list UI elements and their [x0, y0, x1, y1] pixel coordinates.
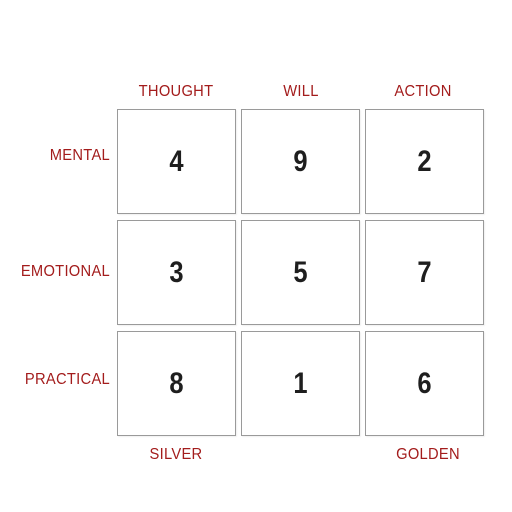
column-label-thought: THOUGHT [138, 83, 214, 100]
row-label-practical: PRACTICAL [24, 371, 111, 388]
cell-number: 9 [293, 144, 308, 178]
magic-square-diagram: THOUGHT WILL ACTION MENTAL EMOTIONAL PRA… [0, 0, 512, 512]
bottom-label-golden: GOLDEN [396, 446, 460, 463]
grid-cell-emotional-will: 5 [241, 220, 360, 325]
cell-number: 8 [169, 366, 184, 400]
grid-cell-practical-thought: 8 [117, 331, 236, 436]
cell-number: 1 [293, 366, 308, 400]
grid-cell-emotional-thought: 3 [117, 220, 236, 325]
grid-cell-practical-will: 1 [241, 331, 360, 436]
cell-number: 3 [169, 255, 184, 289]
cell-number: 2 [417, 144, 432, 178]
cell-number: 6 [417, 366, 432, 400]
cell-number: 4 [169, 144, 184, 178]
grid-cell-mental-will: 9 [241, 109, 360, 214]
cell-number: 7 [417, 255, 432, 289]
column-label-will: WILL [283, 83, 319, 100]
row-label-mental: MENTAL [49, 147, 110, 164]
grid-cell-emotional-action: 7 [365, 220, 484, 325]
grid-cell-practical-action: 6 [365, 331, 484, 436]
bottom-label-silver: SILVER [149, 446, 203, 463]
row-label-emotional: EMOTIONAL [20, 263, 110, 280]
grid-cell-mental-thought: 4 [117, 109, 236, 214]
cell-number: 5 [293, 255, 308, 289]
column-label-action: ACTION [394, 83, 452, 100]
grid-cell-mental-action: 2 [365, 109, 484, 214]
